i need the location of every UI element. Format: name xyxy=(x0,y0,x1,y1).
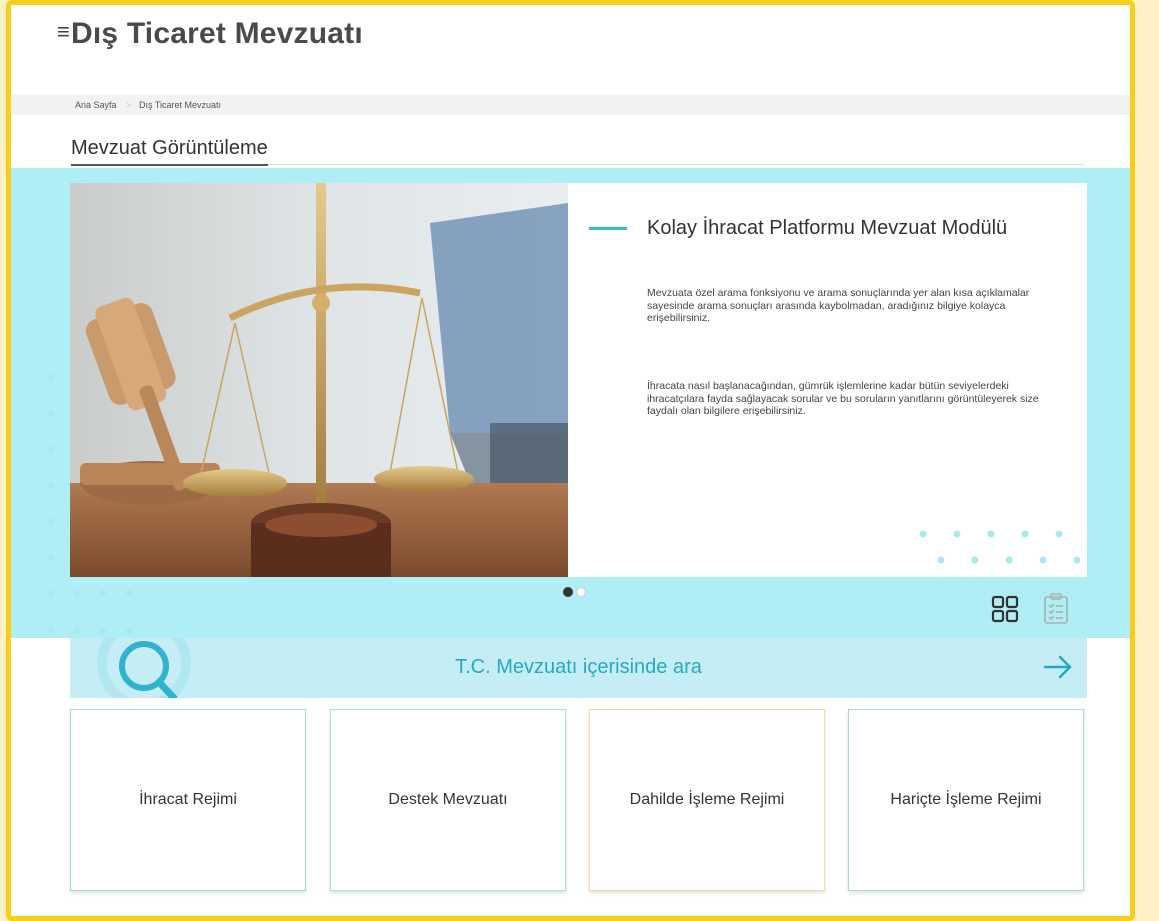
category-tiles: İhracat Rejimi Destek Mevzuatı Dahilde İ… xyxy=(70,709,1087,893)
tile-dahilde-isleme-rejimi[interactable]: Dahilde İşleme Rejimi xyxy=(589,709,825,891)
hamburger-icon[interactable]: ≡ xyxy=(57,19,70,45)
legislation-search-bar[interactable]: T.C. Mevzuatı içerisinde ara xyxy=(70,638,1087,698)
breadcrumb: Ana Sayfa > Dış Ticaret Mevzuatı xyxy=(11,95,1130,115)
hero-title: Kolay İhracat Platformu Mevzuat Modülü xyxy=(647,217,1008,239)
tile-haricte-isleme-rejimi[interactable]: Hariçte İşleme Rejimi xyxy=(848,709,1084,891)
hero-slide: Kolay İhracat Platformu Mevzuat Modülü M… xyxy=(70,183,1087,577)
accent-dash xyxy=(589,227,627,230)
tile-label: Hariçte İşleme Rejimi xyxy=(890,791,1042,808)
breadcrumb-home[interactable]: Ana Sayfa xyxy=(75,100,117,110)
page-heading: Mevzuat Görüntüleme xyxy=(71,137,1085,166)
tile-destek-mevzuati[interactable]: Destek Mevzuatı xyxy=(330,709,566,891)
search-label: T.C. Mevzuatı içerisinde ara xyxy=(455,656,702,678)
breadcrumb-current: Dış Ticaret Mevzuatı xyxy=(139,100,222,110)
scales-of-justice-image xyxy=(70,183,568,577)
tile-label: Dahilde İşleme Rejimi xyxy=(629,791,785,808)
grid-view-icon[interactable] xyxy=(991,595,1019,623)
checklist-view-icon[interactable] xyxy=(1043,593,1069,625)
arrow-right-icon[interactable] xyxy=(1041,650,1075,684)
hero-paragraph-1: Mevzuata özel arama fonksiyonu ve arama … xyxy=(647,287,1030,324)
pager-dot-2[interactable] xyxy=(576,587,586,597)
page-title: Mevzuat Görüntüleme xyxy=(71,137,268,166)
site-title: Dış Ticaret Mevzuatı xyxy=(71,17,363,50)
pager-dot-1[interactable] xyxy=(563,587,573,597)
tile-ihracat-rejimi[interactable]: İhracat Rejimi xyxy=(70,709,306,891)
header: ≡ Dış Ticaret Mevzuatı xyxy=(11,5,1130,95)
tile-label: İhracat Rejimi xyxy=(139,791,237,808)
decorative-dots-right-icon xyxy=(919,530,1081,564)
tile-label: Destek Mevzuatı xyxy=(388,791,508,808)
page-frame: ≡ Dış Ticaret Mevzuatı Ana Sayfa > Dış T… xyxy=(6,0,1135,921)
breadcrumb-separator-icon: > xyxy=(126,100,132,110)
hero-paragraph-2: İhracata nasıl başlanacağından, gümrük i… xyxy=(647,380,1039,417)
